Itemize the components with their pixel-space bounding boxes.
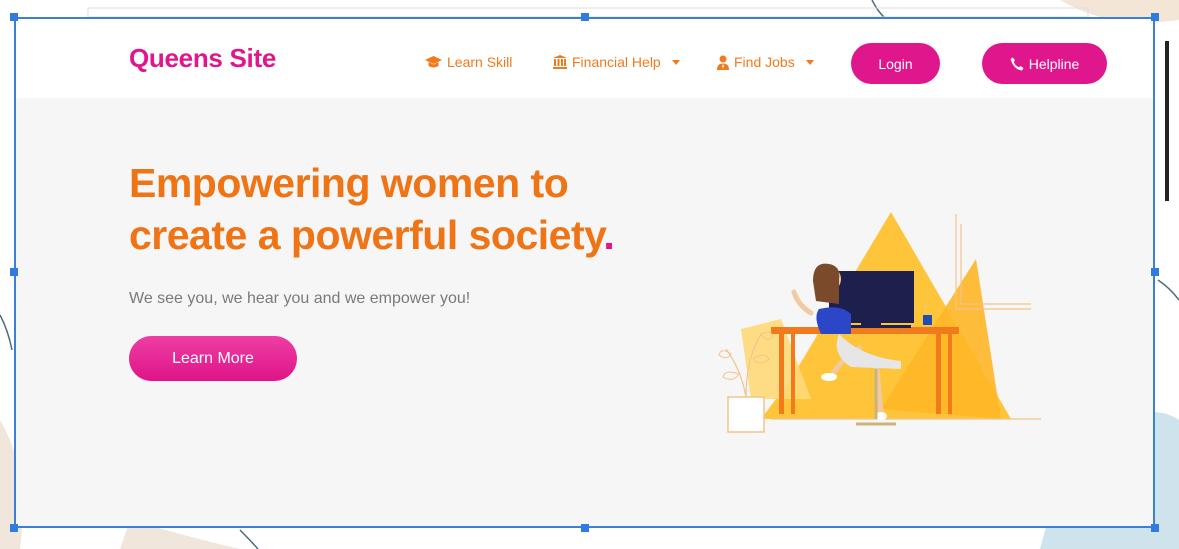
login-button[interactable]: Login [851,43,940,84]
learn-more-button[interactable]: Learn More [129,336,297,381]
scrollbar[interactable] [1165,41,1169,201]
nav-find-jobs[interactable]: Find Jobs [717,54,814,70]
resize-handle-bottom-center[interactable] [581,524,589,532]
editor-frame: Queens Site Learn Skill Financial Help F… [14,17,1169,528]
resize-handle-top-left[interactable] [10,13,18,21]
resize-handle-top-center[interactable] [581,13,589,21]
resize-handle-top-right[interactable] [1151,13,1159,21]
graduation-cap-icon [425,55,442,67]
chevron-down-icon [671,59,680,65]
nav-find-jobs-label: Find Jobs [734,54,795,70]
navbar: Queens Site Learn Skill Financial Help F… [16,19,1153,98]
phone-icon [1010,57,1024,70]
hero-subtitle: We see you, we hear you and we empower y… [129,290,471,307]
learn-more-label: Learn More [172,349,254,367]
bank-icon [553,55,567,69]
chevron-down-icon [805,59,814,65]
site-logo[interactable]: Queens Site [129,43,276,74]
nav-learn-skill-label: Learn Skill [447,54,513,70]
hero-title: Empowering women to create a powerful so… [129,157,649,261]
hero-title-line1: Empowering women to [129,160,569,206]
resize-handle-middle-right[interactable] [1151,268,1159,276]
resize-handle-bottom-right[interactable] [1151,524,1159,532]
nav-learn-skill[interactable]: Learn Skill [425,54,512,70]
helpline-button-label: Helpline [1028,55,1080,72]
user-tie-icon [717,55,729,70]
helpline-button[interactable]: Helpline [982,43,1107,84]
resize-handle-bottom-left[interactable] [10,524,18,532]
login-button-label: Login [878,55,913,72]
resize-handle-middle-left[interactable] [10,268,18,276]
hero-title-line2-text: create a powerful society [129,212,604,258]
hero-title-dot: . [603,212,615,258]
nav-financial-help[interactable]: Financial Help [553,54,680,70]
nav-financial-help-label: Financial Help [572,54,661,70]
hero-illustration [718,212,1041,433]
hero-title-line2: create a powerful society. [129,209,649,261]
